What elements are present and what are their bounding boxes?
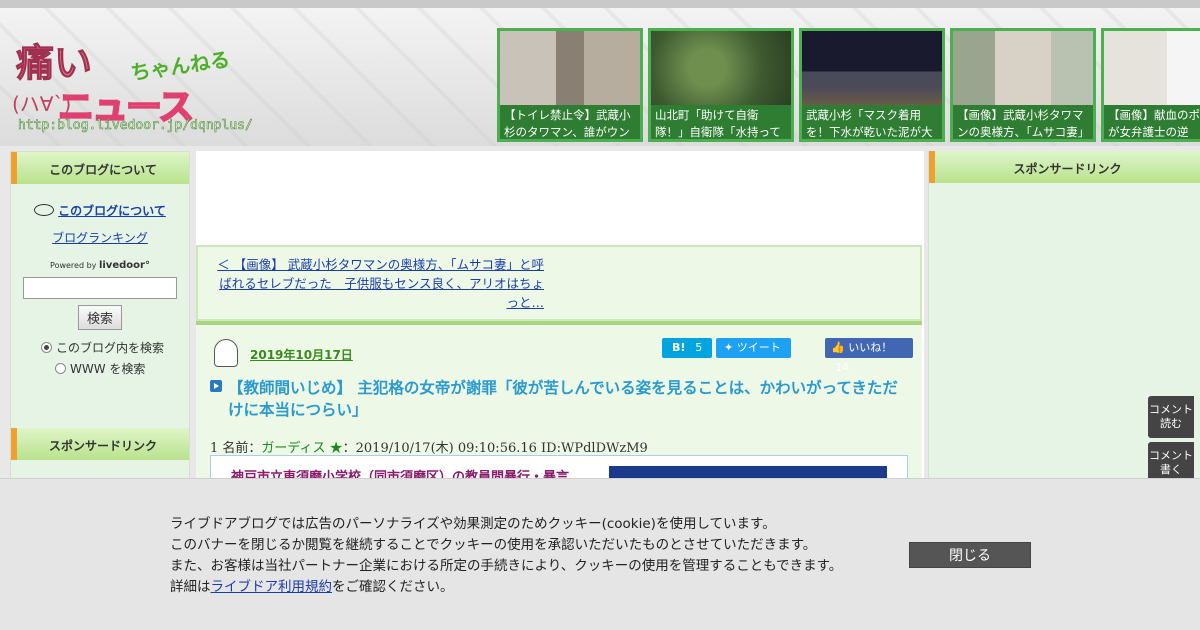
play-bullet-icon [210,380,222,392]
tweet-label: ツイート [736,341,781,354]
hatena-count: 5 [695,341,703,354]
search-button[interactable]: 検索 [77,305,122,330]
cookie-line-3: また、お客様は当社パートナー企業における所定の手続きにより、クッキーの使用を管理… [170,558,843,574]
about-blog-link[interactable]: このブログについて [58,204,166,218]
facebook-like-button[interactable]: 👍 いいね！ 14 [825,338,913,374]
left-sidebar: このブログについて このブログについて ブログランキング Powered by … [10,151,190,481]
radio-blog-option[interactable]: このブログ内を検索 [41,338,189,359]
thumbs-up-icon: 👍 [831,341,845,354]
cookie-close-button[interactable]: 閉じる [909,542,1031,568]
powered-by-label: Powered by [50,261,97,270]
logo-url: http:blog.livedoor.jp/dqnplus/ [18,118,253,134]
main-content: ＜ 【画像】 武蔵小杉タワマンの奥様方、「ムサコ妻」と呼ばれるセレブだった 子供… [196,151,924,486]
comment-read-button[interactable]: コメント読む [1148,396,1194,438]
powered-by-livedoor[interactable]: Powered by livedoor° [11,260,189,271]
thumb-caption: 【画像】献血のポス何かが女弁護士の逆 [1104,105,1200,139]
featured-thumbnails: 【トイレ禁止令】武蔵小杉のタワマン、誰がウンコし 山北町「助けて自衛隊！」自衛隊… [497,28,1200,142]
like-label: いいね！ [848,341,893,354]
prev-article-box: ＜ 【画像】 武蔵小杉タワマンの奥様方、「ムサコ妻」と呼ばれるセレブだった 子供… [196,245,922,321]
radio-www-option[interactable]: WWW を検索 [41,359,189,380]
radio-blog-label: このブログ内を検索 [56,341,165,355]
cookie-line-4: 詳細はライブドア利用規約をご確認ください。 [170,577,842,598]
featured-thumb[interactable]: 【画像】武蔵小杉タワマンの奥様方、「ムサコ妻」と [950,28,1096,142]
post-date[interactable]: 2019年10月17日 [250,346,353,363]
hatena-bookmark-button[interactable]: B! 5 [662,338,712,358]
thumb-caption: 山北町「助けて自衛隊！」自衛隊「水持ってきた [651,105,791,139]
thumb-image [802,31,942,105]
like-count: 14 [835,361,849,374]
res-meta: ：2019/10/17(木) 09:10:56.16 ID:WPdlDWzM9 [342,441,648,456]
cookie-line-4-suffix: をご確認ください。 [332,579,454,595]
tweet-button[interactable]: ✦ ツイート [716,338,791,358]
article-title[interactable]: 【教師間いじめ】 主犯格の女帝が謝罪「彼が苦しんでいる姿を見ることは、かわいがっ… [210,377,910,421]
ghost-icon [214,339,238,367]
livedoor-logo: livedoor° [98,260,150,271]
sidebar-heading-about: このブログについて [11,152,189,184]
search-scope: このブログ内を検索 WWW を検索 [11,338,189,380]
site-logo[interactable]: 痛い ちゃんねる (ハ∀`) ニュース http:blog.livedoor.j… [10,30,253,140]
thumb-caption: 武蔵小杉「マスク着用を！下水が乾いた泥が大気中を [802,105,942,139]
res-name: ガーディス ★ [261,441,343,456]
cookie-text: ライブドアブログでは広告のパーソナライズや効果測定のためクッキー(cookie)… [170,514,842,598]
thumb-caption: 【トイレ禁止令】武蔵小杉のタワマン、誰がウンコし [500,105,640,139]
article: 2019年10月17日 B! 5 ✦ ツイート 👍 いいね！ 14 【教師間いじ… [196,321,922,486]
radio-blog[interactable] [41,342,52,353]
radio-www-label: WWW を検索 [70,362,146,376]
response-header: 1 名前：ガーディス ★：2019/10/17(木) 09:10:56.16 I… [210,437,648,456]
search-input[interactable] [23,277,177,299]
cookie-line-1: ライブドアブログでは広告のパーソナライズや効果測定のためクッキー(cookie)… [170,516,776,532]
thumb-image [651,31,791,105]
thumb-image [1104,31,1200,105]
about-section: このブログについて ブログランキング Powered by livedoor° … [11,184,189,380]
featured-thumb[interactable]: 【トイレ禁止令】武蔵小杉のタワマン、誰がウンコし [497,28,643,142]
article-title-text: 【教師間いじめ】 主犯格の女帝が謝罪「彼が苦しんでいる姿を見ることは、かわいがっ… [228,379,898,419]
thumb-image [500,31,640,105]
speech-bubble-icon [34,203,55,216]
sidebar-heading-sponsor: スポンサードリンク [11,428,189,460]
thumb-caption: 【画像】武蔵小杉タワマンの奥様方、「ムサコ妻」と [953,105,1093,139]
twitter-bird-icon: ✦ [724,341,734,354]
blog-ranking-link[interactable]: ブログランキング [52,231,148,245]
featured-thumb[interactable]: 武蔵小杉「マスク着用を！下水が乾いた泥が大気中を [799,28,945,142]
site-header: 痛い ちゃんねる (ハ∀`) ニュース http:blog.livedoor.j… [0,0,1200,146]
prev-article-link[interactable]: ＜ 【画像】 武蔵小杉タワマンの奥様方、「ムサコ妻」と呼ばれるセレブだった 子供… [212,255,544,312]
featured-thumb[interactable]: 山北町「助けて自衛隊！」自衛隊「水持ってきた [648,28,794,142]
res-prefix: 1 名前： [210,441,262,456]
terms-link[interactable]: ライブドア利用規約 [211,579,333,595]
cookie-line-4-prefix: 詳細は [170,579,211,595]
hatena-label: B! [672,341,686,354]
sidebar-heading-sponsor-right: スポンサードリンク [929,151,1200,183]
radio-www[interactable] [55,363,66,374]
featured-thumb[interactable]: 【画像】献血のポス何かが女弁護士の逆 [1101,28,1200,142]
cookie-banner: ライブドアブログでは広告のパーソナライズや効果測定のためクッキー(cookie)… [0,478,1200,630]
cookie-line-2: このバナーを閉じるか閲覧を継続することでクッキーの使用を承認いただいたものとさせ… [170,537,817,553]
thumb-image [953,31,1093,105]
